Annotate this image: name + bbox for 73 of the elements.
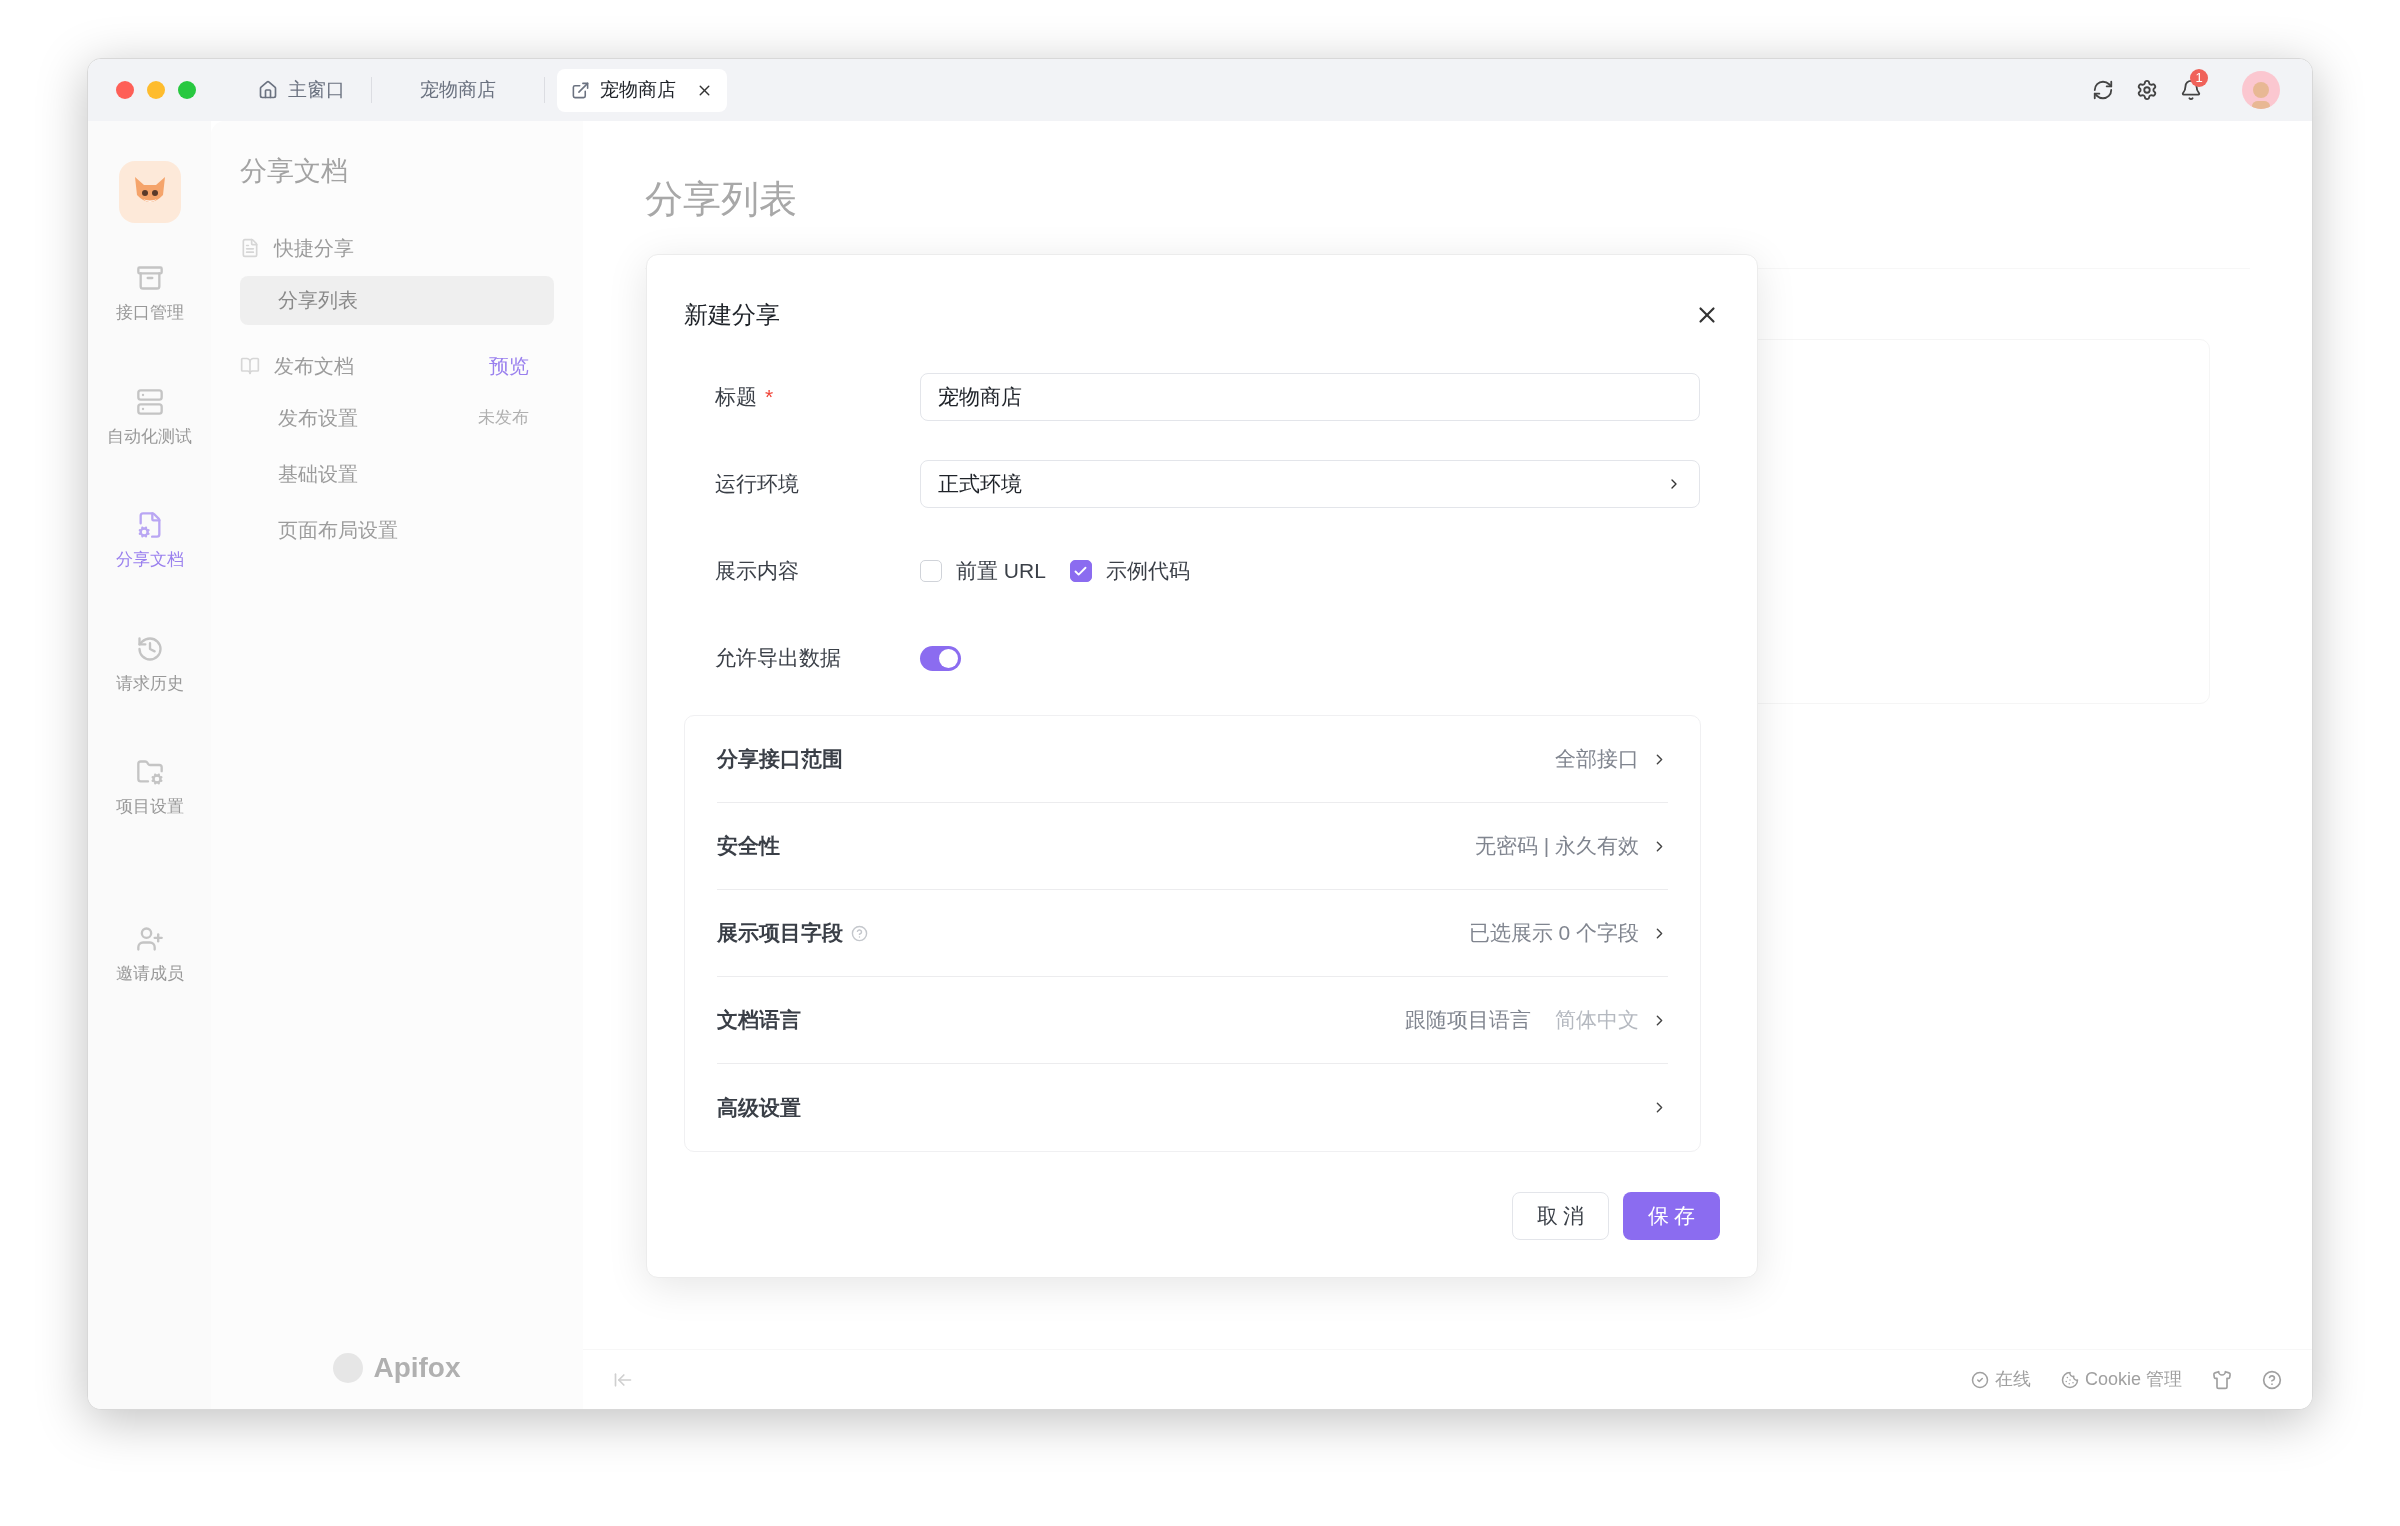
field-label: 允许导出数据 — [715, 645, 841, 672]
book-icon — [240, 355, 260, 376]
refresh-icon[interactable] — [2092, 79, 2114, 101]
archive-icon[interactable] — [135, 264, 164, 292]
checkbox-option[interactable]: 前置 URL — [920, 555, 1046, 587]
sidebar-item[interactable]: 基础设置 — [240, 449, 554, 499]
sidebar-item[interactable]: 发布设置 未发布 — [240, 393, 554, 443]
setting-label: 文档语言 — [717, 1007, 801, 1034]
checkbox[interactable] — [1069, 560, 1092, 582]
save-button[interactable]: 保 存 — [1623, 1192, 1720, 1240]
setting-label: 展示项目字段 — [717, 920, 843, 947]
user-avatar[interactable] — [2242, 71, 2280, 109]
required-mark: * — [765, 384, 774, 411]
minimize-window-button[interactable] — [147, 81, 165, 99]
environment-select[interactable]: 正式环境 — [920, 460, 1700, 508]
setting-value: 全部接口 — [1555, 746, 1639, 773]
sidebar-title: 分享文档 — [240, 155, 349, 188]
sidebar-item[interactable]: 分享列表 — [240, 275, 554, 325]
maximize-window-button[interactable] — [178, 81, 196, 99]
setting-value: 简体中文 — [1555, 1007, 1639, 1034]
status-item[interactable]: Cookie 管理 — [2060, 1366, 2182, 1393]
folder-settings-icon[interactable] — [135, 758, 164, 786]
sidebar-group[interactable]: 发布文档 — [274, 350, 354, 381]
settings-row[interactable]: 展示项目字段 已选展示 0 个字段 — [717, 890, 1668, 977]
rail-item[interactable]: 自动化测试 — [107, 423, 192, 449]
help-icon[interactable] — [851, 924, 868, 942]
check-circle-icon — [1970, 1370, 1989, 1389]
settings-row[interactable]: 分享接口范围 全部接口 — [717, 716, 1668, 803]
external-link-icon — [571, 80, 590, 100]
document-icon — [240, 237, 260, 258]
setting-label: 安全性 — [717, 833, 780, 860]
window-tab[interactable]: 宠物商店 — [557, 68, 727, 112]
settings-row[interactable]: 安全性 无密码 | 永久有效 — [717, 803, 1668, 890]
window-tab[interactable]: 宠物商店 — [384, 68, 532, 112]
clock-icon[interactable] — [135, 634, 164, 663]
notification-count: 1 — [2190, 69, 2208, 87]
help-icon[interactable] — [2262, 1369, 2282, 1390]
preview-link[interactable]: 预览 — [489, 350, 529, 381]
status-item[interactable]: 在线 — [1970, 1366, 2031, 1393]
home-icon — [258, 80, 278, 100]
settings-icon[interactable] — [2136, 79, 2158, 101]
field-label: 运行环境 — [715, 471, 799, 498]
sidebar-group[interactable]: 快捷分享 — [274, 232, 354, 263]
setting-label: 高级设置 — [717, 1094, 801, 1121]
setting-label: 分享接口范围 — [717, 746, 843, 773]
logo-text: Apifox — [373, 1351, 461, 1385]
rail-item[interactable]: 接口管理 — [115, 300, 184, 326]
field-label: 标题 — [715, 384, 757, 411]
dialog-title: 新建分享 — [684, 300, 780, 330]
shirt-icon[interactable] — [2212, 1369, 2232, 1390]
export-switch[interactable] — [920, 645, 961, 671]
rail-item[interactable]: 分享文档 — [115, 547, 184, 573]
add-user-icon[interactable] — [135, 924, 164, 953]
rail-item[interactable]: 项目设置 — [115, 794, 184, 820]
setting-value: 无密码 | 永久有效 — [1474, 833, 1639, 860]
field-label: 展示内容 — [715, 558, 799, 585]
rail-item[interactable]: 邀请成员 — [115, 960, 184, 986]
setting-value: 已选展示 0 个字段 — [1468, 920, 1639, 947]
close-window-button[interactable] — [116, 81, 134, 99]
setting-value: 跟随项目语言 — [1405, 1007, 1531, 1034]
window-tab[interactable]: 主窗口 — [244, 68, 359, 112]
cancel-button[interactable]: 取 消 — [1512, 1192, 1609, 1240]
settings-row[interactable]: 高级设置 — [717, 1064, 1668, 1151]
checkbox-option[interactable]: 示例代码 — [1069, 555, 1190, 587]
page-heading: 分享列表 — [645, 177, 798, 222]
cookie-icon — [2060, 1370, 2079, 1389]
title-input[interactable]: 宠物商店 — [920, 373, 1700, 421]
status-label: 未发布 — [478, 407, 529, 430]
server-icon[interactable] — [135, 387, 164, 416]
sidebar-item[interactable]: 页面布局设置 — [240, 505, 554, 555]
rail-item[interactable]: 请求历史 — [115, 670, 184, 696]
settings-row[interactable]: 文档语言 跟随项目语言 简体中文 — [717, 977, 1668, 1064]
app-logo — [118, 161, 181, 223]
